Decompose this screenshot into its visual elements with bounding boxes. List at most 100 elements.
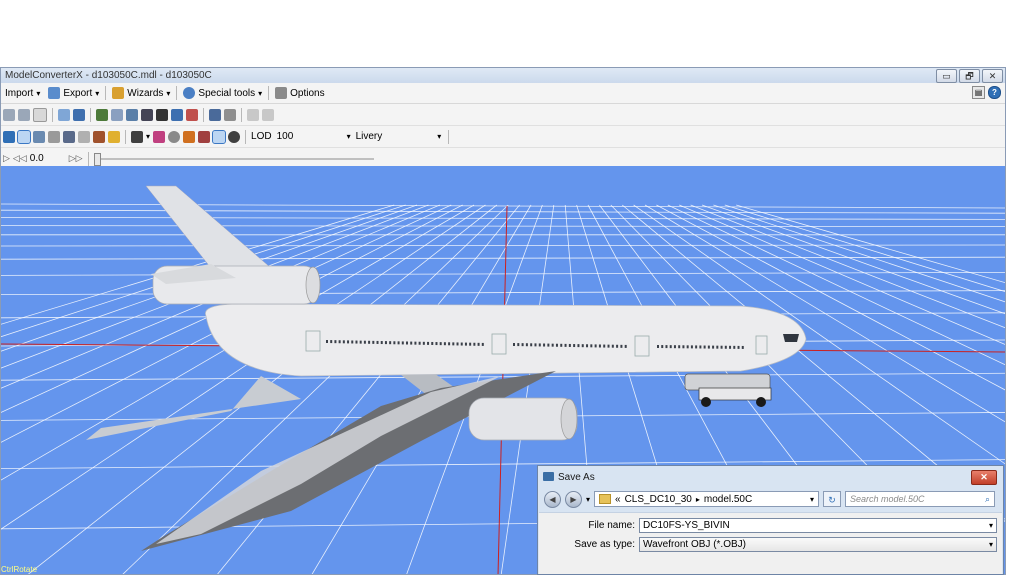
redo-icon[interactable] [262,108,274,121]
image-icon[interactable] [141,108,153,121]
separator [90,107,91,122]
chevron-down-icon: ▾ [166,88,171,98]
search-input[interactable]: Search model.50C ⌕ [845,491,996,507]
sphere-icon[interactable] [168,130,181,143]
grid-icon[interactable] [17,129,31,144]
lod-label: LOD [251,131,272,142]
film-icon[interactable] [156,108,168,121]
chevron-down-icon: ▾ [346,132,351,141]
layers-icon[interactable] [171,108,183,121]
camera-icon[interactable] [131,130,143,143]
list-icon[interactable] [224,108,236,121]
zoom-icon[interactable] [58,108,70,121]
special-tools-menu[interactable]: Special tools ▾ [179,87,266,99]
import-menu[interactable]: Import ▾ [1,88,44,99]
window [603,344,606,348]
fast-forward-icon[interactable]: ▷▷ [69,153,83,164]
layout-icon[interactable]: ▤ [972,86,985,99]
sun-icon[interactable] [212,129,227,144]
forward-arrow-icon[interactable] [18,108,30,121]
chevron-down-icon[interactable]: ▾ [989,540,993,549]
bones-icon[interactable] [63,130,75,143]
chevron-down-icon[interactable]: ▾ [989,521,993,530]
rewind-icon[interactable]: ◁◁ [13,153,27,164]
help-icon[interactable]: ? [988,86,1001,99]
window [347,340,350,344]
monitor-icon[interactable] [209,108,221,121]
window [581,344,584,348]
window [418,341,421,345]
separator [105,86,107,100]
wizards-menu[interactable]: Wizards ▾ [108,87,174,99]
paint-icon[interactable] [186,108,198,121]
material-icon[interactable] [111,108,123,121]
livery-dropdown[interactable]: ▾ [385,130,443,144]
window [657,345,659,348]
lod-dropdown[interactable]: 100 ▾ [275,130,353,144]
back-arrow-icon[interactable] [3,108,15,121]
export-menu[interactable]: Export ▾ [44,87,103,99]
separator [125,129,126,144]
play-icon[interactable]: ▷ [3,153,10,164]
wizards-label: Wizards [127,87,164,99]
document-icon[interactable] [33,107,47,122]
hierarchy-icon[interactable] [73,108,85,121]
chevron-down-icon: ▾ [437,132,442,141]
separator [268,86,270,100]
special-tools-label: Special tools [198,87,256,99]
window [616,344,619,348]
window [729,345,732,349]
window [342,340,345,344]
texture-icon[interactable] [96,108,108,121]
file-name-value: DC10FS-YS_BIVIN [643,519,730,531]
fit-view-icon[interactable] [3,130,15,143]
palette-icon[interactable] [153,130,166,143]
address-bar[interactable]: « CLS_DC10_30 ▸ model.50C ▾ [594,491,820,507]
close-button[interactable]: ✕ [982,69,1003,83]
search-placeholder: Search model.50C [850,494,925,504]
options-menu[interactable]: Options [271,87,328,99]
slider-thumb[interactable] [93,152,101,166]
window-title: ModelConverterX - d103050C.mdl - d103050… [5,70,212,81]
forward-icon[interactable]: ▶ [565,490,582,508]
brick-icon[interactable] [93,130,105,143]
search-icon[interactable]: ⌕ [985,494,990,505]
axis-icon[interactable] [33,130,45,143]
restore-button[interactable]: 🗗 [959,69,980,83]
window [555,343,558,347]
object-icon[interactable] [126,108,138,121]
window [481,342,484,346]
refresh-icon[interactable]: ↻ [823,491,842,507]
breadcrumb-more[interactable]: « [615,494,621,505]
link-icon[interactable] [48,130,60,143]
status-text: CtrlRotate [1,565,38,574]
back-icon[interactable]: ◀ [544,490,561,508]
box-icon[interactable] [78,130,90,143]
tail-fin [145,185,272,269]
cube-icon[interactable] [198,130,211,143]
window [586,344,589,348]
window [577,344,580,348]
window [661,345,664,349]
chevron-down-icon[interactable]: ▾ [146,132,150,141]
breadcrumb-item[interactable]: CLS_DC10_30 [625,494,692,505]
chevron-down-icon[interactable]: ▾ [586,495,590,504]
minimize-button[interactable]: ▭ [936,69,957,83]
dialog-close-button[interactable]: ✕ [971,470,997,485]
dialog-title: Save As [558,471,595,483]
yellow-box-icon[interactable] [108,130,120,143]
export-label: Export [63,87,93,99]
chevron-right-icon: ▸ [695,494,700,504]
file-name-field[interactable]: DC10FS-YS_BIVIN ▾ [639,517,997,533]
window [427,341,430,345]
separator [448,129,450,144]
shader-icon[interactable] [183,130,196,143]
undo-icon[interactable] [247,108,259,121]
animation-slider[interactable] [93,152,374,166]
chevron-down-icon[interactable]: ▾ [810,495,814,504]
save-type-select[interactable]: Wavefront OBJ (*.OBJ) ▾ [639,536,997,552]
breadcrumb-item[interactable]: model.50C [704,494,752,505]
globe-icon[interactable] [228,130,241,143]
save-type-value: Wavefront OBJ (*.OBJ) [643,538,746,550]
separator [176,86,178,100]
